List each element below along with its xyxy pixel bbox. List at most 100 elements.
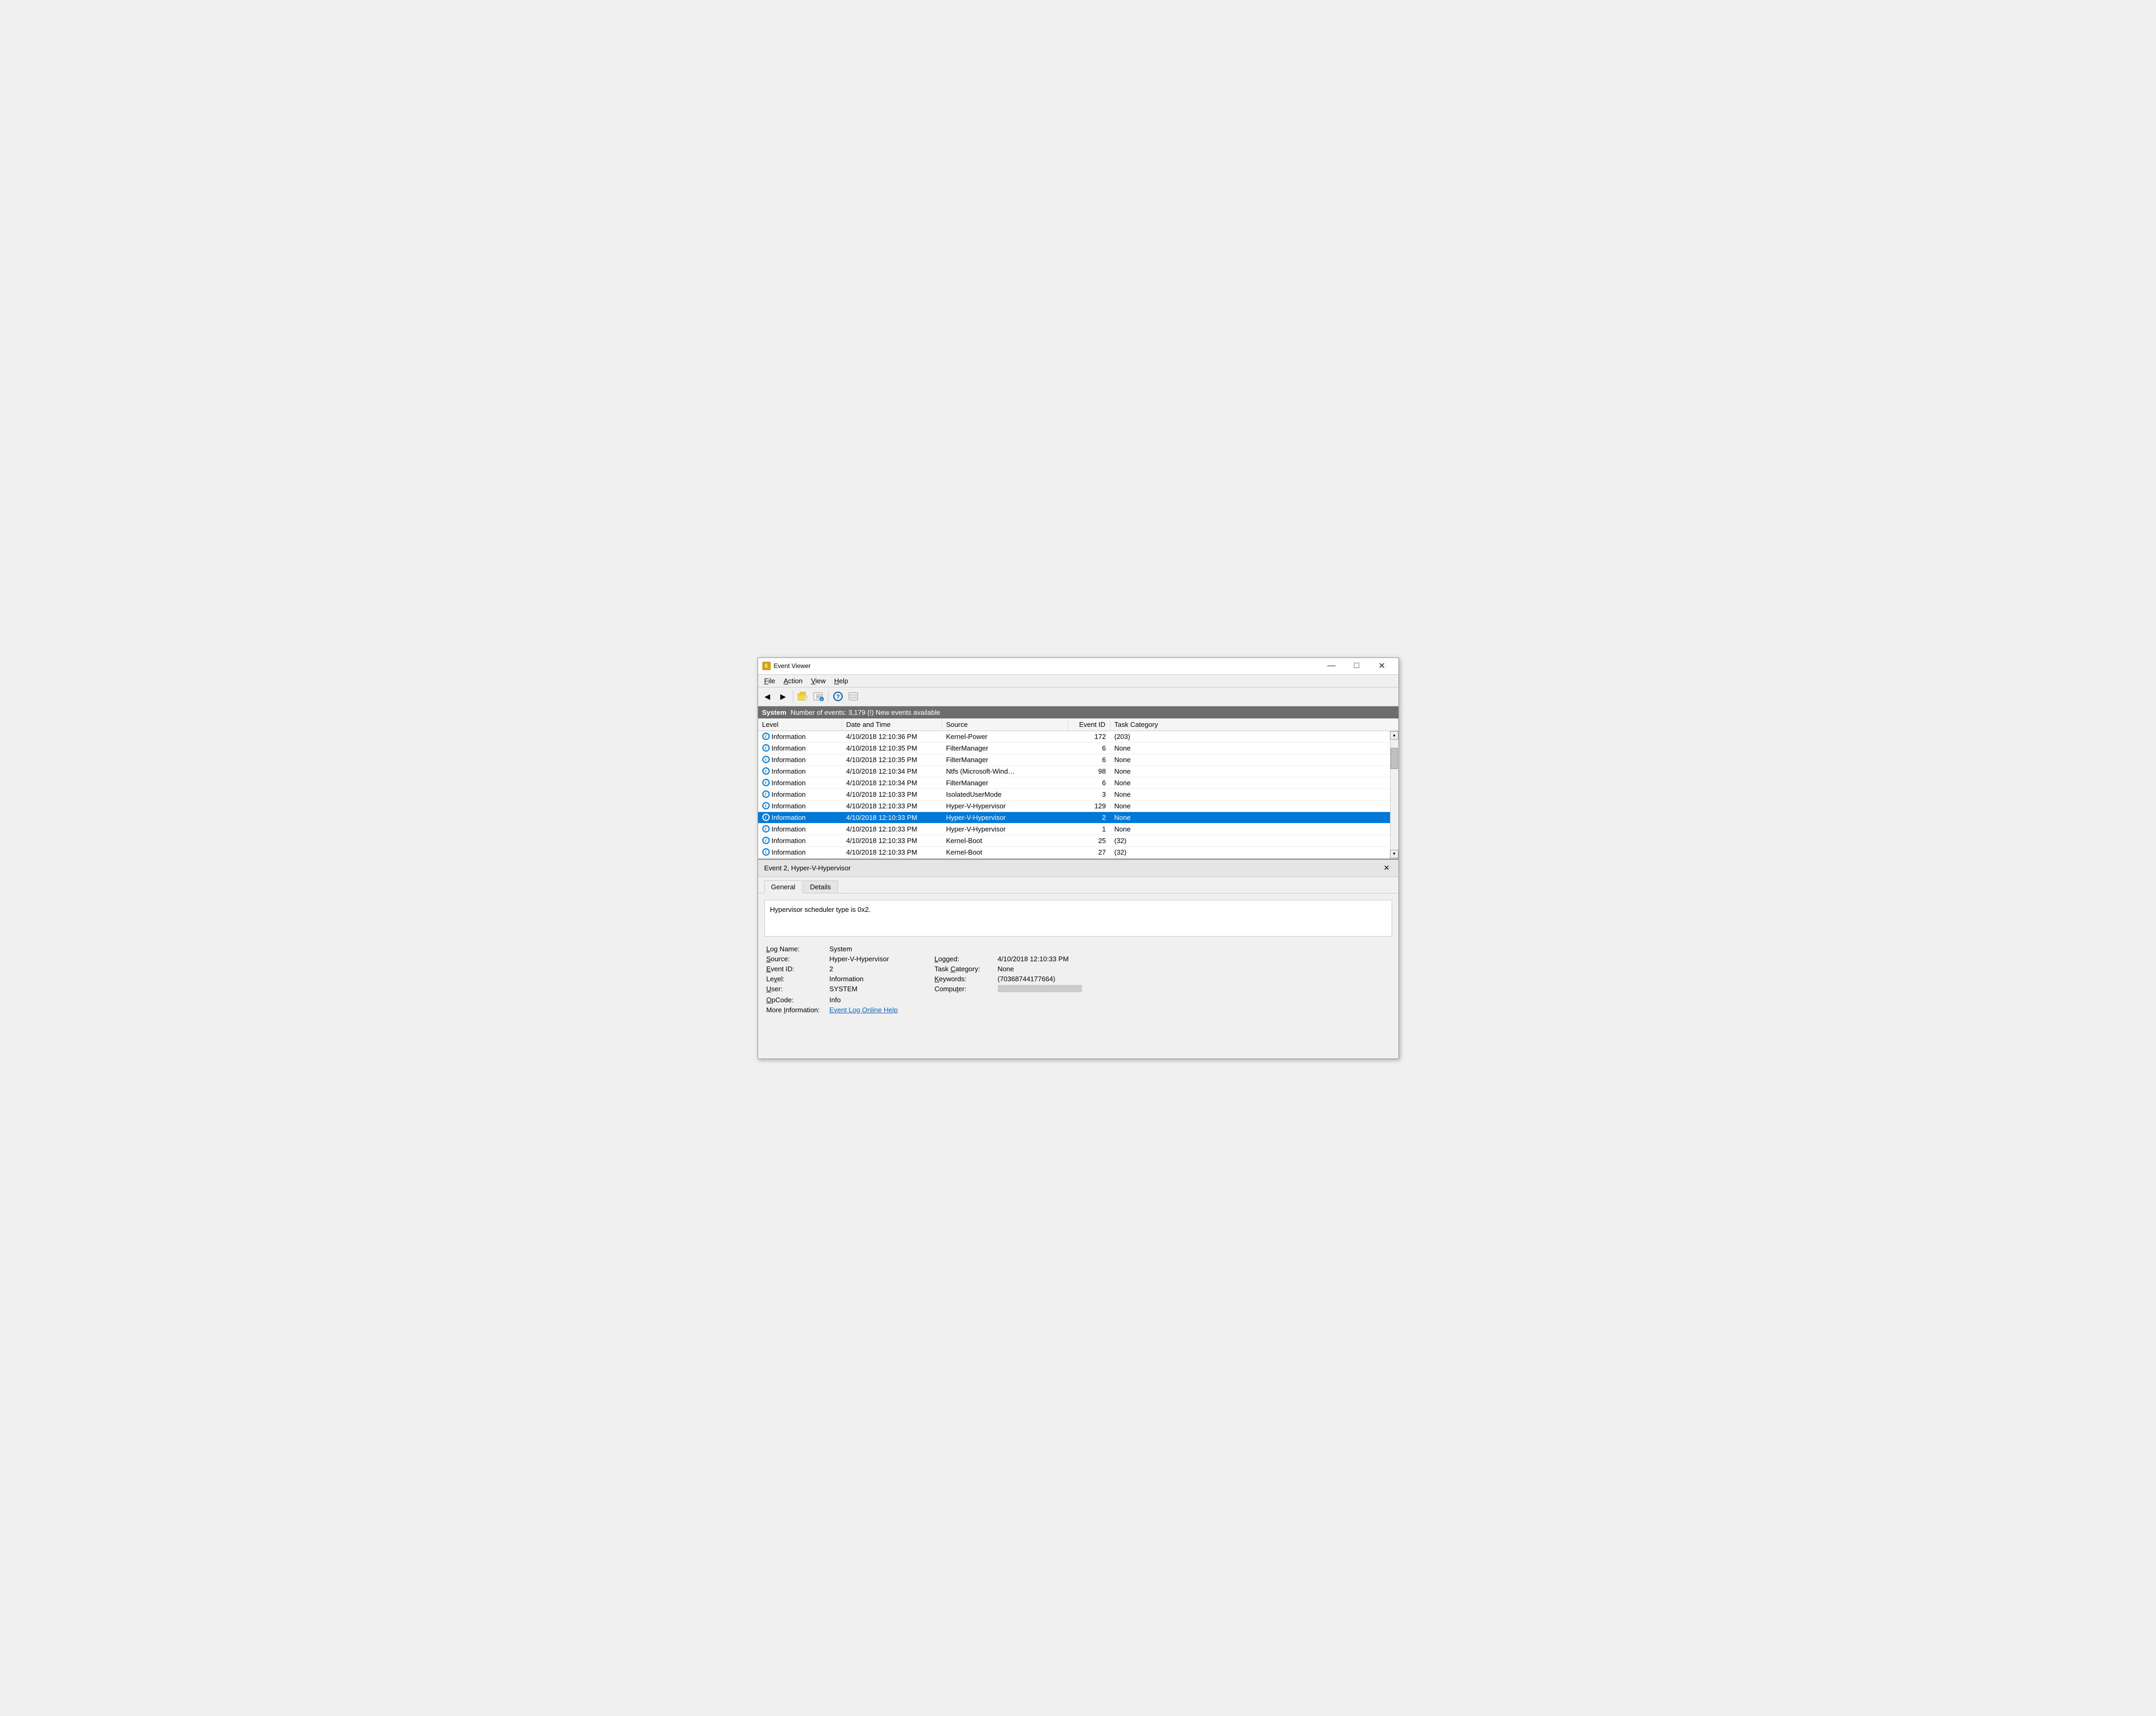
user-label: User:: [767, 985, 830, 994]
table-row[interactable]: i Information 4/10/2018 12:10:33 PM Isol…: [758, 789, 1390, 800]
eventid-cell: 2: [1068, 812, 1110, 823]
level-cell: i Information: [758, 754, 842, 765]
source-cell: Hyper-V-Hypervisor: [942, 824, 1068, 835]
datetime-cell: 4/10/2018 12:10:35 PM: [842, 743, 942, 754]
eventid-cell: 1: [1068, 824, 1110, 835]
source-cell: Hyper-V-Hypervisor: [942, 812, 1068, 823]
event-description: Hypervisor scheduler type is 0x2.: [764, 900, 1392, 937]
category-cell: (203): [1110, 731, 1390, 742]
menu-view[interactable]: View: [807, 676, 830, 686]
forward-button[interactable]: ▶: [776, 689, 791, 704]
eventid-cell: 6: [1068, 777, 1110, 788]
window-title: Event Viewer: [774, 662, 1320, 670]
level-value: Information: [830, 975, 935, 983]
scroll-down-btn[interactable]: ▼: [1390, 850, 1398, 858]
level-value: Information: [772, 756, 806, 764]
info-icon: i: [762, 779, 770, 786]
datetime-cell: 4/10/2018 12:10:33 PM: [842, 800, 942, 811]
category-cell: None: [1110, 754, 1390, 765]
detail-close-button[interactable]: ✕: [1382, 863, 1392, 874]
table-row[interactable]: i Information 4/10/2018 12:10:33 PM Kern…: [758, 835, 1390, 847]
svg-text:E: E: [764, 663, 768, 669]
computer-label: Computer:: [935, 985, 998, 994]
level-cell: i Information: [758, 812, 842, 823]
info-icon: i: [762, 767, 770, 775]
opcode-value: Info: [830, 996, 1390, 1004]
source-cell: Kernel-Power: [942, 731, 1068, 742]
status-bar: System Number of events: 3,179 (!) New e…: [758, 706, 1398, 718]
level-value: Information: [772, 767, 806, 775]
datetime-cell: 4/10/2018 12:10:33 PM: [842, 824, 942, 835]
app-icon: E: [762, 662, 771, 670]
event-id-label: Event ID:: [767, 965, 830, 973]
eventid-cell: 6: [1068, 754, 1110, 765]
source-value: Hyper-V-Hypervisor: [830, 955, 935, 963]
table-row[interactable]: i Information 4/10/2018 12:10:34 PM Filt…: [758, 777, 1390, 789]
datetime-cell: 4/10/2018 12:10:33 PM: [842, 812, 942, 823]
info-icon: i: [762, 733, 770, 740]
table-row[interactable]: i Information 4/10/2018 12:10:33 PM Hype…: [758, 800, 1390, 812]
event-log-online-help-link[interactable]: Event Log Online Help: [830, 1006, 1390, 1014]
table-row[interactable]: i Information 4/10/2018 12:10:33 PM Kern…: [758, 847, 1390, 858]
computer-value: [998, 985, 1390, 994]
list-header: Level Date and Time Source Event ID Task…: [758, 718, 1398, 731]
logged-label: Logged:: [935, 955, 998, 963]
menu-action[interactable]: Action: [779, 676, 806, 686]
menu-help[interactable]: Help: [830, 676, 853, 686]
tab-details[interactable]: Details: [803, 880, 838, 893]
detail-fields: Log Name: System Source: Hyper-V-Hypervi…: [764, 945, 1392, 1014]
properties-button[interactable]: [846, 689, 861, 704]
detail-tab-content: Hypervisor scheduler type is 0x2. Log Na…: [758, 893, 1398, 1020]
help-button[interactable]: ?: [831, 689, 845, 704]
category-cell: None: [1110, 800, 1390, 811]
menu-bar: File Action View Help: [758, 675, 1398, 687]
datetime-cell: 4/10/2018 12:10:33 PM: [842, 789, 942, 800]
level-cell: i Information: [758, 835, 842, 846]
level-cell: i Information: [758, 789, 842, 800]
scroll-up-btn[interactable]: ▲: [1390, 731, 1398, 739]
table-row[interactable]: i Information 4/10/2018 12:10:33 PM Hype…: [758, 812, 1390, 824]
source-cell: Ntfs (Microsoft-Wind…: [942, 766, 1068, 777]
scrollbar-thumb[interactable]: [1391, 748, 1398, 769]
category-cell: (32): [1110, 847, 1390, 858]
list-body[interactable]: i Information 4/10/2018 12:10:36 PM Kern…: [758, 731, 1390, 858]
event-list: Level Date and Time Source Event ID Task…: [758, 718, 1398, 859]
level-value: Information: [772, 814, 806, 821]
datetime-cell: 4/10/2018 12:10:35 PM: [842, 754, 942, 765]
level-cell: i Information: [758, 731, 842, 742]
category-cell: None: [1110, 812, 1390, 823]
header-level[interactable]: Level: [758, 718, 842, 731]
menu-file[interactable]: File: [760, 676, 780, 686]
level-value: Information: [772, 744, 806, 752]
header-datetime[interactable]: Date and Time: [842, 718, 942, 731]
datetime-cell: 4/10/2018 12:10:33 PM: [842, 835, 942, 846]
back-button[interactable]: ◀: [760, 689, 775, 704]
header-source[interactable]: Source: [942, 718, 1068, 731]
status-message: Number of events: 3,179 (!) New events a…: [791, 708, 941, 716]
more-info-label: More Information:: [767, 1006, 830, 1014]
info-icon: i: [762, 825, 770, 833]
info-icon: i: [762, 744, 770, 752]
table-row[interactable]: i Information 4/10/2018 12:10:35 PM Filt…: [758, 743, 1390, 754]
maximize-button[interactable]: □: [1345, 657, 1369, 674]
open-log-button[interactable]: [795, 689, 810, 704]
datetime-cell: 4/10/2018 12:10:34 PM: [842, 766, 942, 777]
create-task-button[interactable]: +: [811, 689, 826, 704]
title-bar-controls: — □ ✕: [1320, 657, 1394, 674]
source-cell: FilterManager: [942, 743, 1068, 754]
table-row[interactable]: i Information 4/10/2018 12:10:33 PM Hype…: [758, 824, 1390, 835]
eventid-cell: 6: [1068, 743, 1110, 754]
title-bar: E Event Viewer — □ ✕: [758, 658, 1398, 675]
minimize-button[interactable]: —: [1320, 657, 1344, 674]
header-category[interactable]: Task Category: [1110, 718, 1398, 731]
scrollbar[interactable]: ▲ ▼: [1390, 731, 1398, 858]
table-row[interactable]: i Information 4/10/2018 12:10:35 PM Filt…: [758, 754, 1390, 766]
eventid-cell: 3: [1068, 789, 1110, 800]
tab-general[interactable]: General: [764, 880, 802, 893]
level-value: Information: [772, 790, 806, 798]
table-row[interactable]: i Information 4/10/2018 12:10:34 PM Ntfs…: [758, 766, 1390, 777]
header-eventid[interactable]: Event ID: [1068, 718, 1110, 731]
toolbar-separator-2: [828, 691, 829, 702]
table-row[interactable]: i Information 4/10/2018 12:10:36 PM Kern…: [758, 731, 1390, 743]
close-button[interactable]: ✕: [1370, 657, 1394, 674]
